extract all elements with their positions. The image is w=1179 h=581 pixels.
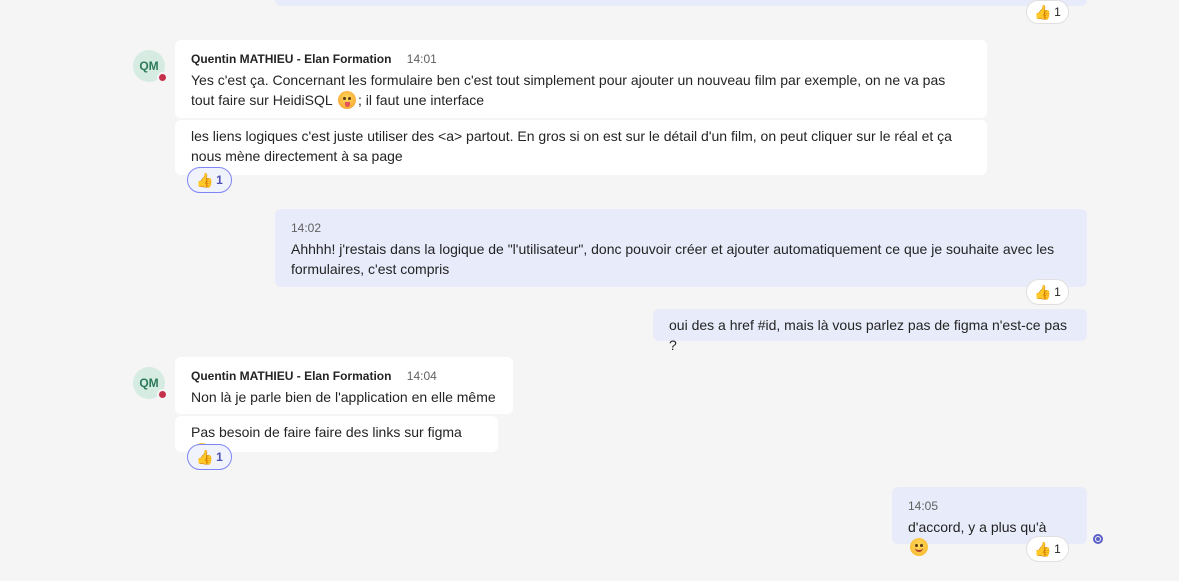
message-bubble[interactable]: les liens logiques c'est juste utiliser …: [175, 120, 987, 175]
message-text: Ahhhh! j'restais dans la logique de "l'u…: [291, 241, 1055, 277]
timestamp: 14:05: [908, 499, 939, 513]
thumbs-up-icon: 👍: [1034, 541, 1052, 557]
reaction-count: 1: [1054, 285, 1061, 299]
winking-tongue-emoji-icon: [338, 91, 356, 109]
reaction-count: 1: [1054, 542, 1061, 556]
previous-own-message-bubble: [275, 0, 1087, 6]
thumbs-up-icon: 👍: [1034, 4, 1052, 20]
message-header: Quentin MATHIEU - Elan Formation 14:01: [191, 51, 971, 67]
avatar-initials: QM: [139, 59, 159, 73]
reaction-count: 1: [216, 450, 223, 464]
avatar-initials: QM: [139, 376, 159, 390]
own-message-bubble[interactable]: oui des a href #id, mais là vous parlez …: [653, 309, 1087, 353]
sender-name: Quentin MATHIEU - Elan Formation: [191, 369, 392, 383]
sender-name: Quentin MATHIEU - Elan Formation: [191, 52, 392, 66]
message-text: Pas besoin de faire faire des links sur …: [191, 422, 482, 462]
own-message-bubble[interactable]: 14:02 Ahhhh! j'restais dans la logique d…: [275, 209, 1087, 287]
thumbs-up-icon: 👍: [1034, 284, 1052, 300]
reaction-count: 1: [1054, 5, 1061, 19]
thumbs-up-icon: 👍: [196, 449, 214, 465]
message-bubble[interactable]: Quentin MATHIEU - Elan Formation 14:04 N…: [175, 357, 513, 414]
message-text-part: d'accord, y a plus qu'à: [908, 519, 1047, 535]
timestamp: 14:04: [406, 369, 437, 383]
message-text-part: ; il faut une interface: [358, 92, 485, 108]
message-header: Quentin MATHIEU - Elan Formation 14:04: [191, 368, 497, 384]
message-bubble[interactable]: Quentin MATHIEU - Elan Formation 14:01 Y…: [175, 40, 987, 118]
message-text-part: Pas besoin de faire faire des links sur …: [191, 424, 462, 440]
read-receipt-eye-icon[interactable]: [1093, 534, 1103, 544]
reaction-thumbs-up[interactable]: 👍 1: [1026, 0, 1069, 24]
avatar[interactable]: QM: [133, 367, 168, 400]
message-text: oui des a href #id, mais là vous parlez …: [669, 317, 1067, 353]
reaction-thumbs-up[interactable]: 👍 1: [187, 444, 232, 470]
message-text: Yes c'est ça. Concernant les formulaire …: [191, 70, 971, 110]
reaction-thumbs-up[interactable]: 👍 1: [1026, 536, 1069, 562]
presence-busy-indicator: [157, 389, 168, 400]
thumbs-up-icon: 👍: [196, 172, 214, 188]
message-text: les liens logiques c'est juste utiliser …: [191, 128, 952, 164]
smiling-emoji-icon: [910, 538, 928, 556]
reaction-count: 1: [216, 173, 223, 187]
avatar[interactable]: QM: [133, 50, 168, 83]
message-text-part: Yes c'est ça. Concernant les formulaire …: [191, 72, 946, 108]
reaction-thumbs-up[interactable]: 👍 1: [187, 167, 232, 193]
message-text: Non là je parle bien de l'application en…: [191, 389, 496, 405]
reaction-thumbs-up[interactable]: 👍 1: [1026, 279, 1069, 305]
timestamp: 14:01: [406, 52, 437, 66]
presence-busy-indicator: [157, 72, 168, 83]
timestamp: 14:02: [291, 221, 322, 235]
